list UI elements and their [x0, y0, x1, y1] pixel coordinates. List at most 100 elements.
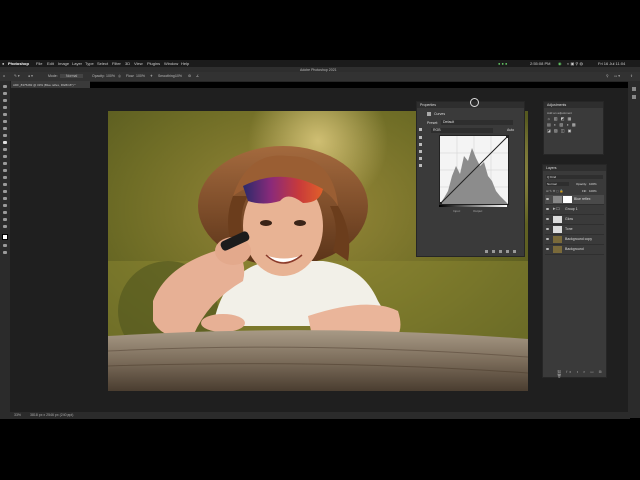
layer-row[interactable]: Glow	[545, 215, 604, 225]
visibility-toggle-icon[interactable]	[506, 250, 509, 253]
eye-icon[interactable]	[546, 238, 549, 240]
path-select-tool-icon[interactable]	[3, 204, 7, 207]
view-previous-icon[interactable]	[492, 250, 495, 253]
menu-edit[interactable]: Edit	[47, 61, 54, 66]
zoom-tool-icon[interactable]	[3, 225, 7, 228]
eye-icon[interactable]	[546, 248, 549, 250]
crop-tool-icon[interactable]	[3, 113, 7, 116]
home-icon[interactable]: ⌂	[3, 74, 5, 78]
smoothing-value[interactable]: 10%	[175, 74, 182, 78]
frame-tool-icon[interactable]	[3, 120, 7, 123]
lasso-tool-icon[interactable]	[3, 99, 7, 102]
lock-icons[interactable]: ⊞ ✎ ✥ ▢ 🔒	[546, 189, 563, 193]
delete-adjustment-icon[interactable]	[513, 250, 516, 253]
screen-mode-icon[interactable]	[3, 251, 7, 254]
mode-select[interactable]: Normal	[60, 74, 84, 78]
panel-toggle-icon[interactable]	[632, 87, 636, 91]
share-icon[interactable]: ⇪	[630, 74, 633, 78]
pen-tool-icon[interactable]	[3, 190, 7, 193]
channel-select[interactable]: RGB	[431, 128, 493, 133]
pencil-curve-icon[interactable]	[419, 164, 422, 167]
adjustment-icons-row-2[interactable]: ▤ ◐ ▧ ◑ ▩	[547, 122, 577, 127]
adjustments-panel-header[interactable]: Adjustments	[544, 102, 603, 108]
curve-point-mode-icon[interactable]	[419, 157, 422, 160]
eye-icon[interactable]	[546, 198, 549, 200]
menu-select[interactable]: Select	[97, 61, 108, 66]
layer-row[interactable]: ▸▭ Group 1	[545, 205, 604, 215]
hand-tool-icon[interactable]	[3, 218, 7, 221]
foreground-color-swatch[interactable]	[2, 234, 8, 240]
search-icon[interactable]: ⚲	[606, 74, 609, 78]
black-point-eyedropper-icon[interactable]	[419, 136, 422, 139]
menu-type[interactable]: Type	[85, 61, 94, 66]
reset-icon[interactable]	[499, 250, 502, 253]
adjustment-icons-row-3[interactable]: ◪ ▨ ◫ ▣	[547, 128, 572, 133]
quick-select-tool-icon[interactable]	[3, 106, 7, 109]
gradient-tool-icon[interactable]	[3, 169, 7, 172]
clone-stamp-tool-icon[interactable]	[3, 148, 7, 151]
eye-icon[interactable]	[546, 208, 549, 210]
blur-tool-icon[interactable]	[3, 176, 7, 179]
smoothing-options-icon[interactable]: ⚙	[188, 74, 191, 78]
pressure-opacity-icon[interactable]: ◎	[118, 74, 121, 78]
adjustment-icons-row-1[interactable]: ☼ ▥ ◩ ▦	[547, 116, 572, 121]
apple-icon[interactable]: ●	[2, 61, 4, 66]
fill-value[interactable]: 100%	[589, 189, 597, 193]
menu-clock[interactable]: Fri 16 Jul 11:04	[598, 61, 625, 66]
brush-tool-icon[interactable]	[3, 141, 7, 144]
layer-row[interactable]: Background copy	[545, 235, 604, 245]
shape-tool-icon[interactable]	[3, 211, 7, 214]
angle-icon[interactable]: ∠	[196, 74, 199, 78]
menu-view[interactable]: View	[134, 61, 143, 66]
menu-layer[interactable]: Layer	[72, 61, 82, 66]
menu-window[interactable]: Window	[164, 61, 178, 66]
layer-filter-select[interactable]: Q Kind	[546, 175, 603, 179]
status-arrow-icon[interactable]: ›	[68, 413, 69, 417]
history-brush-tool-icon[interactable]	[3, 155, 7, 158]
dodge-tool-icon[interactable]	[3, 183, 7, 186]
eye-icon[interactable]	[546, 228, 549, 230]
layer-row[interactable]: Blue reflex	[545, 195, 604, 205]
move-tool-icon[interactable]	[3, 85, 7, 88]
brush-size-icon[interactable]: ● ▾	[28, 74, 33, 78]
healing-tool-icon[interactable]	[3, 134, 7, 137]
wifi-icon[interactable]: ◉	[558, 61, 562, 66]
auto-button[interactable]: Auto	[507, 128, 514, 132]
eraser-tool-icon[interactable]	[3, 162, 7, 165]
white-point-eyedropper-icon[interactable]	[419, 150, 422, 153]
menu-3d[interactable]: 3D	[125, 61, 130, 66]
target-adjust-icon[interactable]	[419, 128, 422, 131]
workspace-icon[interactable]: ▭ ▾	[614, 74, 620, 78]
layer-row[interactable]: Tone	[545, 225, 604, 235]
menu-help[interactable]: Help	[181, 61, 189, 66]
menu-file[interactable]: File	[36, 61, 42, 66]
preset-select[interactable]: Default	[441, 120, 513, 125]
zoom-level[interactable]: 33%	[14, 413, 21, 417]
brush-preset-icon[interactable]: ✎ ▾	[14, 74, 20, 78]
layers-bottom-icons[interactable]: ⛓ fx ◑ ◐ ▭ ⊞ 🗑	[557, 370, 606, 378]
flow-value[interactable]: 100%	[136, 74, 145, 78]
menu-image[interactable]: Image	[58, 61, 69, 66]
gray-point-eyedropper-icon[interactable]	[419, 143, 422, 146]
menu-app-name[interactable]: Photoshop	[8, 61, 29, 66]
status-icons[interactable]: ● ● ●	[498, 61, 507, 66]
blend-mode-select[interactable]: Normal	[546, 182, 569, 186]
curves-graph[interactable]	[439, 135, 509, 205]
eyedropper-tool-icon[interactable]	[3, 127, 7, 130]
document-tab[interactable]: ADF_8375282 @ 33% (Blue reflex, RGB/16*)…	[10, 81, 90, 88]
opacity-value[interactable]: 100%	[106, 74, 115, 78]
marquee-tool-icon[interactable]	[3, 92, 7, 95]
clip-to-layer-icon[interactable]	[485, 250, 488, 253]
menu-plugins[interactable]: Plugins	[147, 61, 160, 66]
eye-icon[interactable]	[546, 218, 549, 220]
layer-mask-thumbnail[interactable]	[563, 196, 572, 203]
airbrush-icon[interactable]: ✈	[150, 74, 153, 78]
document-info[interactable]: 3818 px x 2546 px (240 ppi)	[30, 413, 73, 417]
layer-opacity-value[interactable]: 100%	[589, 182, 597, 186]
history-panel-icon[interactable]	[632, 95, 636, 99]
menu-filter[interactable]: Filter	[112, 61, 121, 66]
system-icons[interactable]: ◐ ▣ ⚲ ◍	[567, 61, 583, 66]
layers-panel-header[interactable]: Layers	[543, 165, 606, 171]
layer-row[interactable]: Background	[545, 245, 604, 255]
quick-mask-icon[interactable]	[3, 244, 7, 247]
